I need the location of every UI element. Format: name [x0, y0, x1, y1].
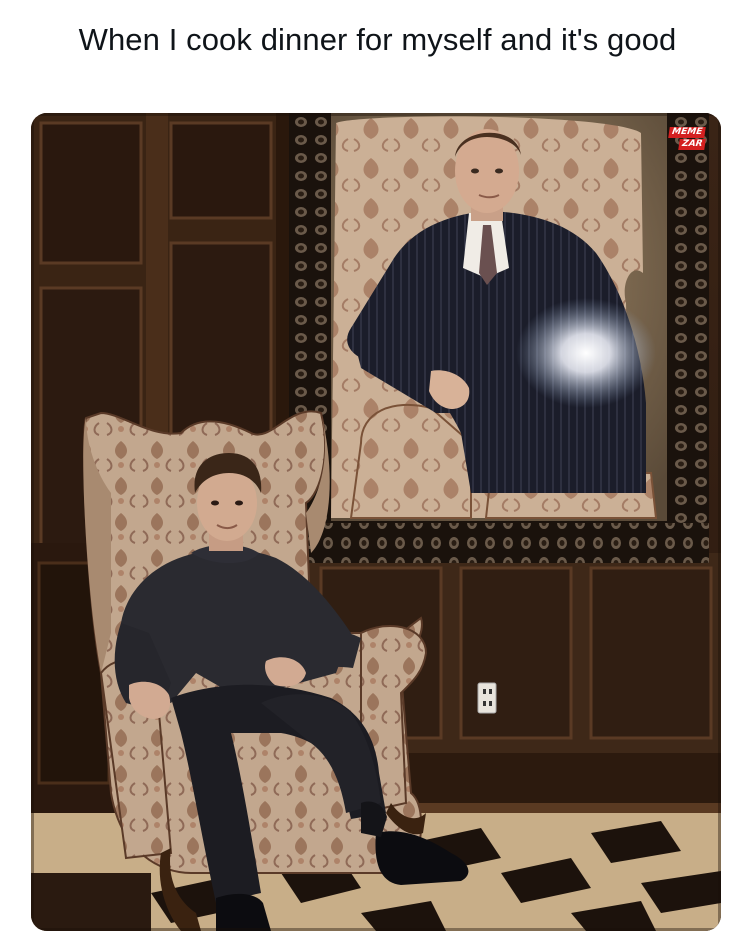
meme-caption: When I cook dinner for myself and it's g… [78, 22, 677, 57]
watermark-line-1: MEME [668, 127, 706, 138]
memezar-watermark-logo: MEME ZAR [661, 127, 706, 153]
meme-photo: MEME ZAR [31, 113, 721, 931]
portrait-painting [331, 113, 667, 521]
wall-outlet [477, 682, 497, 714]
watermark-line-2: ZAR [677, 139, 706, 150]
